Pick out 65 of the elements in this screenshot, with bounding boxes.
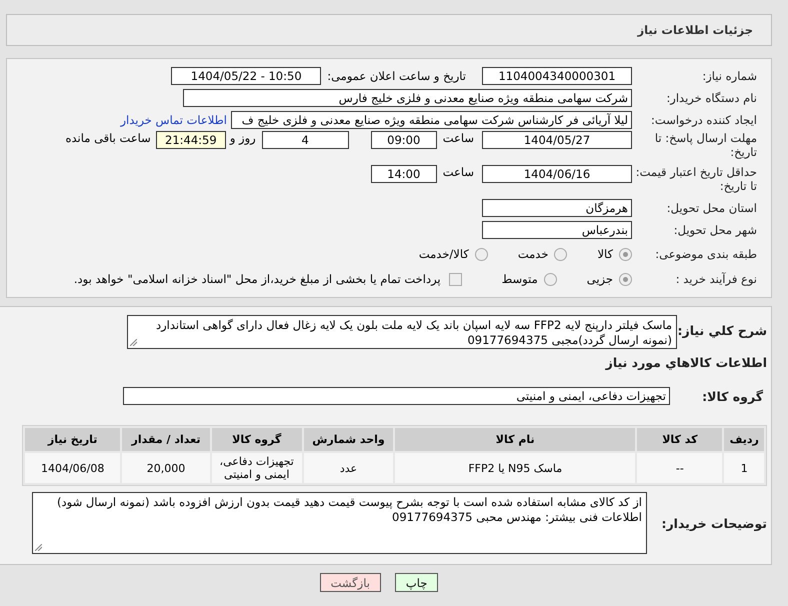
resize-grip-icon[interactable] xyxy=(130,339,137,346)
requester-field: لیلا آریائی فر کارشناس شرکت سهامی منطقه ویژه صنایع معدنی و فلزی خلیج ف xyxy=(231,111,632,129)
column-header: تاریخ نیاز xyxy=(25,428,120,451)
radio-button[interactable] xyxy=(474,248,488,260)
table-cell: تجهیزات دفاعی، ایمنی و امنیتی xyxy=(212,453,302,483)
field-label: مهلت ارسال پاسخ: تا تاریخ: xyxy=(654,131,757,159)
validity-time-field: 14:00 xyxy=(370,165,437,183)
table-cell: 1 xyxy=(724,453,764,483)
print-button[interactable]: چاپ xyxy=(394,573,438,592)
radio-label: متوسط xyxy=(502,272,538,286)
validity-date-field: 1404/06/16 xyxy=(482,165,632,183)
table-cell: ماسک N95 یا FFP2 xyxy=(395,453,636,483)
column-header: ردیف xyxy=(724,428,764,451)
back-button[interactable]: بازگشت xyxy=(320,573,381,592)
time-label: ساعت xyxy=(442,131,474,145)
radio-label: کالا xyxy=(597,247,613,261)
radio-button[interactable] xyxy=(619,248,632,260)
group-field: تجهیزات دفاعی، ایمنی و امنیتی xyxy=(123,387,670,405)
buyer-org-field: شرکت سهامی منطقه ویژه صنایع معدنی و فلزی خلیج فارس xyxy=(183,89,632,107)
time-label: ساعت xyxy=(442,165,474,179)
field-label: استان محل تحویل: xyxy=(666,201,757,215)
table-cell: 20,000 xyxy=(122,453,210,483)
column-header: واحد شمارش xyxy=(304,428,394,451)
column-header: تعداد / مقدار xyxy=(122,428,210,451)
page-title: جزئیات اطلاعات نیاز xyxy=(637,23,753,37)
notes-field: از کد کالای مشابه استفاده شده است با توجه بشرح پیوست قیمت دهید قیمت بدون ارزش افزوده باشد (نمونه ارسال شود) اطلاعات فنی بیشتر: مهندس محبی 09177694375 xyxy=(32,492,647,554)
field-label: تاریخ و ساعت اعلان عمومی: xyxy=(327,69,466,83)
section-title: اطلاعات کالاهاي مورد نياز xyxy=(604,354,768,370)
field-label: شماره نیاز: xyxy=(701,69,757,83)
announce-date-field: 1404/05/22 - 10:50 xyxy=(171,67,322,85)
field-label: شهر محل تحویل: xyxy=(672,223,757,237)
payment-checkbox[interactable] xyxy=(448,272,462,286)
days-label: روز و xyxy=(230,131,256,145)
table-cell: 1404/06/08 xyxy=(25,453,120,483)
column-header: کد کالا xyxy=(637,428,722,451)
deadline-date-field: 1404/05/27 xyxy=(482,131,632,149)
city-field: بندرعباس xyxy=(482,221,632,239)
table-cell: -- xyxy=(637,453,722,483)
resize-grip-icon[interactable] xyxy=(35,544,42,551)
contact-link[interactable]: اطلاعات تماس خریدار xyxy=(120,113,227,127)
field-label: نام دستگاه خریدار: xyxy=(665,91,757,105)
field-label: شرح کلي نياز: xyxy=(677,323,768,338)
remaining-time-field: 21:44:59 xyxy=(156,131,226,149)
field-label: طبقه بندی موضوعی: xyxy=(654,247,757,261)
field-label: توضیحات خریدار: xyxy=(660,516,768,530)
remaining-label: ساعت باقی مانده xyxy=(66,131,151,145)
province-field: هرمزگان xyxy=(482,199,632,217)
column-header: گروه کالا xyxy=(212,428,302,451)
radio-label: کالا/خدمت xyxy=(418,247,469,261)
radio-label: خدمت xyxy=(518,247,548,261)
field-label: حداقل تاریخ اعتبار قیمت: تا تاریخ: xyxy=(634,165,757,193)
radio-label: جزیی xyxy=(586,272,613,286)
need-number-field: 1104004340000301 xyxy=(482,67,632,85)
radio-button[interactable] xyxy=(544,272,557,286)
days-field: 4 xyxy=(262,131,349,149)
field-label: نوع فرآیند خرید : xyxy=(674,272,757,286)
radio-button[interactable] xyxy=(619,272,632,286)
field-label: گروه کالا: xyxy=(701,388,764,404)
table-cell: عدد xyxy=(304,453,394,483)
deadline-time-field: 09:00 xyxy=(370,131,437,149)
radio-button[interactable] xyxy=(554,248,568,260)
payment-note: پرداخت تمام یا بخشی از مبلغ خرید،از محل "اسناد خزانه اسلامی" خواهد بود. xyxy=(74,272,441,286)
field-label: ایجاد کننده درخواست: xyxy=(650,113,757,127)
column-header: نام کالا xyxy=(395,428,636,451)
description-field: ماسک فیلتر دارپنج لایه FFP2 سه لایه اسپان باند یک لایه ملت بلون یک لایه زغال فعال دارای گواهی استاندارد (نمونه ارسال گردد)مجبی 09177694375 xyxy=(127,315,677,349)
